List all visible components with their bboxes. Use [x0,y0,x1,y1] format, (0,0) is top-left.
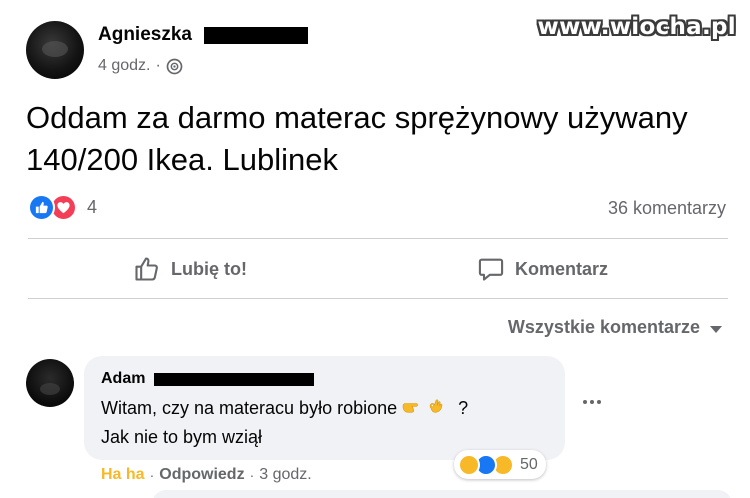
post-text: Oddam za darmo materac sprężynowy używan… [26,100,688,177]
comment-line-1-suffix: ? [458,398,469,418]
point-right-emoji [402,403,419,413]
post-meta: 4 godz. · [98,57,183,75]
caret-down-icon [710,325,722,333]
divider [28,238,728,239]
divider [28,298,728,299]
redaction-bar [204,27,308,44]
separator: · [249,467,255,483]
like-button[interactable]: Lubię to! [133,255,247,283]
comment-reaction-count: 50 [520,455,538,473]
author-avatar[interactable] [26,21,84,79]
commenter-avatar[interactable] [26,359,74,407]
comment-count-link[interactable]: 36 komentarzy [608,198,726,219]
facebook-post: Agnieszka 4 godz. · www.wiocha.pl Oddam … [0,0,750,498]
comment-line-2: Jak nie to bym wziął [101,427,263,447]
like-icon [28,194,55,221]
post-author-name[interactable]: Agnieszka [98,24,192,46]
post-reactions[interactable]: 4 [28,194,97,221]
separator: · [149,467,155,483]
comment-button[interactable]: Komentarz [477,255,608,283]
comment-more-options-icon[interactable] [583,400,601,404]
comment-time[interactable]: 3 godz. [259,466,311,484]
next-comment-bubble [152,490,732,498]
comment-actions: Ha ha · Odpowiedz · 3 godz. [101,466,312,484]
haha-reaction-link[interactable]: Ha ha [101,466,145,484]
reply-link[interactable]: Odpowiedz [159,466,244,484]
comments-sort-label: Wszystkie komentarze [507,317,700,337]
comment-line-1: Witam, czy na materacu było robione [101,398,398,418]
comments-sort-dropdown[interactable]: Wszystkie komentarze [508,317,722,338]
site-watermark: www.wiocha.pl [537,14,736,40]
ok-hand-emoji [429,399,443,413]
post-time[interactable]: 4 godz. [98,57,150,75]
meta-separator: · [155,57,161,74]
haha-icon [458,453,480,476]
redaction-bar [154,373,314,386]
thumbs-up-icon [135,257,158,281]
comment-author-name[interactable]: Adam [101,370,145,388]
comment-button-label: Komentarz [515,258,609,279]
reaction-count: 4 [87,197,98,217]
comment-icon [478,258,504,281]
globe-icon[interactable] [166,58,183,75]
like-button-label: Lubię to! [171,258,247,279]
comment-text: Witam, czy na materacu było robione ? Ja… [101,394,561,452]
comment-reactions[interactable]: 50 [454,450,546,479]
